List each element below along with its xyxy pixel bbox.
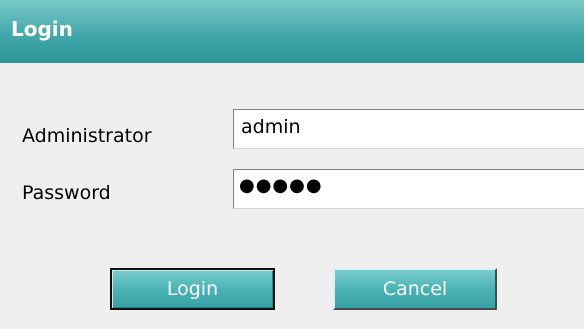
password-input-value: ●●●●● [239,175,323,196]
title-bar: Login [0,0,584,63]
login-dialog: Login Administrator admin Password ●●●●●… [0,0,584,329]
password-input[interactable]: ●●●●● [233,169,584,209]
login-button[interactable]: Login [110,268,275,310]
password-label: Password [22,182,111,204]
dialog-title: Login [11,17,73,41]
administrator-input[interactable]: admin [233,109,584,149]
administrator-label: Administrator [22,125,152,147]
cancel-button[interactable]: Cancel [333,268,497,310]
administrator-input-value: admin [241,116,301,138]
